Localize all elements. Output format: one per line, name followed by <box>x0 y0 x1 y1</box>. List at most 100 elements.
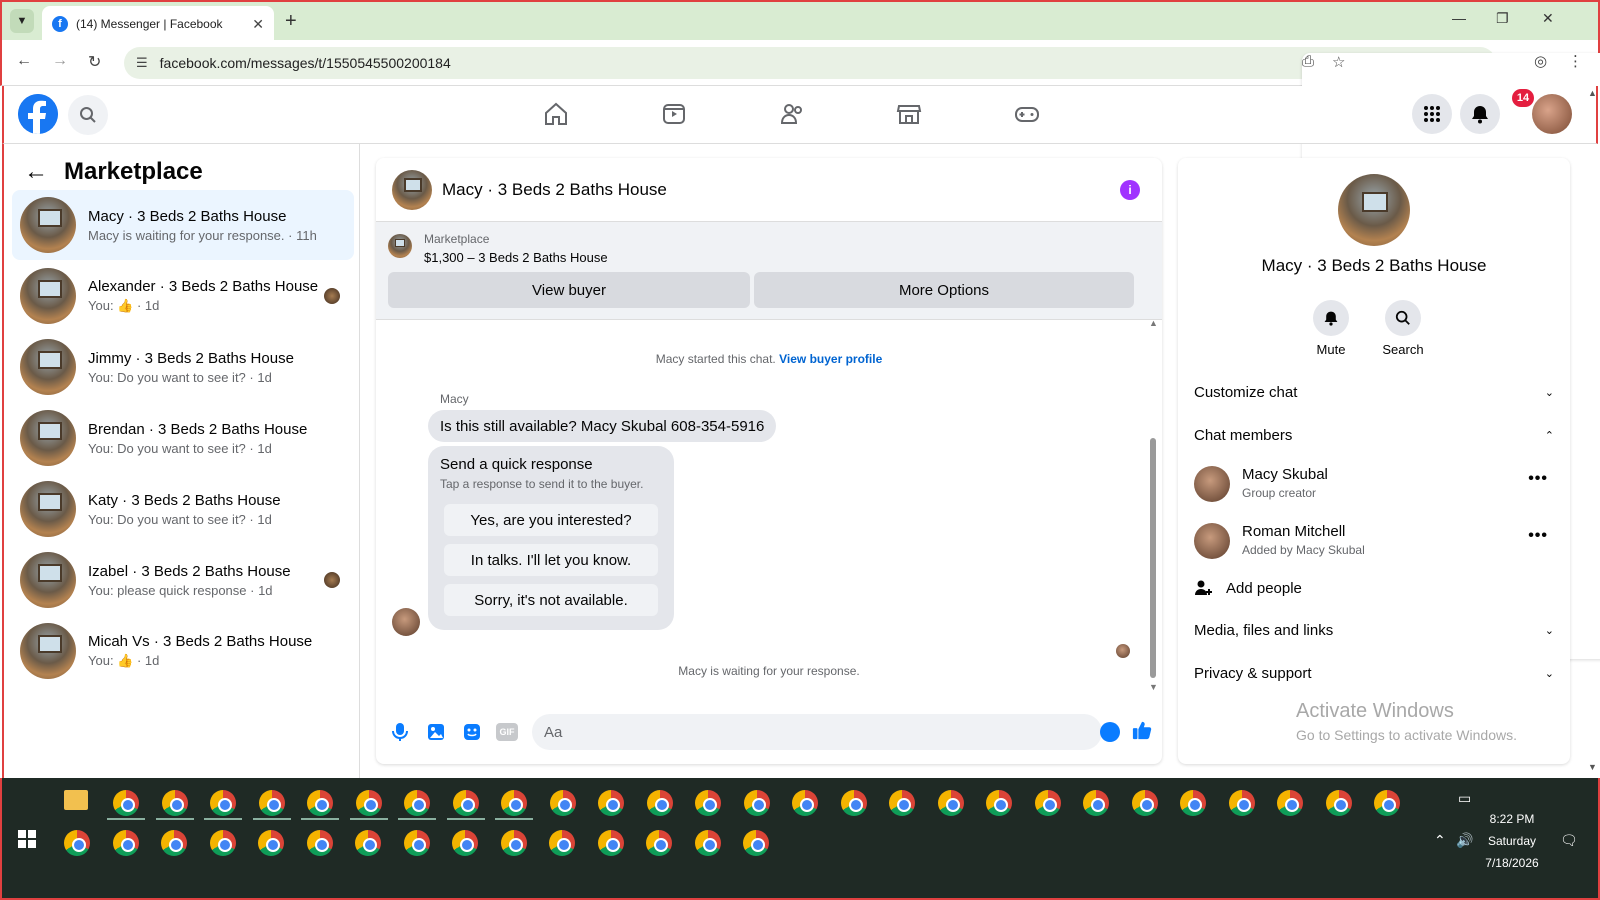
clock-date[interactable]: 7/18/2026 <box>1472 856 1552 870</box>
view-buyer-button[interactable]: View buyer <box>388 272 750 308</box>
chrome-taskbar-icon[interactable] <box>840 790 867 816</box>
chrome-taskbar-icon[interactable] <box>258 790 285 816</box>
more-options-button[interactable]: More Options <box>754 272 1134 308</box>
chrome-taskbar-icon[interactable] <box>161 830 187 856</box>
chrome-taskbar-icon[interactable] <box>695 790 721 816</box>
photo-icon[interactable] <box>426 722 446 742</box>
chrome-taskbar-icon[interactable] <box>113 790 139 816</box>
volume-icon[interactable]: 🔊 <box>1456 832 1473 849</box>
media-files-row[interactable]: Media, files and links ⌄ <box>1194 614 1554 646</box>
info-icon[interactable]: i <box>1120 180 1140 200</box>
tray-chevron-icon[interactable]: ⌃ <box>1434 832 1446 849</box>
video-icon[interactable] <box>659 99 689 129</box>
chrome-taskbar-icon[interactable] <box>1277 790 1303 816</box>
chrome-taskbar-icon[interactable] <box>694 830 721 856</box>
chrome-taskbar-icon[interactable] <box>986 790 1012 816</box>
conversation-item-izabel[interactable]: Izabel · 3 Beds 2 Baths House You: pleas… <box>12 545 354 615</box>
new-tab-button[interactable]: + <box>285 10 297 33</box>
mute-button[interactable]: Mute <box>1296 300 1366 357</box>
member-item[interactable]: Macy Skubal Group creator ••• <box>1194 460 1554 508</box>
back-arrow-icon[interactable]: ← <box>16 52 32 70</box>
listing-thumbnail[interactable] <box>388 234 412 258</box>
chat-title[interactable]: Macy · 3 Beds 2 Baths House <box>442 180 667 200</box>
chrome-taskbar-icon[interactable] <box>743 790 770 816</box>
chrome-taskbar-icon[interactable] <box>452 790 479 816</box>
site-info-icon[interactable]: ☰ <box>136 55 148 71</box>
back-arrow-icon[interactable]: ← <box>24 158 48 186</box>
microphone-icon[interactable] <box>390 722 410 742</box>
browser-menu-icon[interactable]: ⋮ <box>1568 52 1583 70</box>
minimize-button[interactable]: — <box>1452 10 1466 26</box>
quick-response-sorry[interactable]: Sorry, it's not available. <box>444 584 658 616</box>
chrome-taskbar-icon[interactable] <box>64 830 90 856</box>
more-options-icon[interactable]: ••• <box>1528 527 1548 545</box>
message-bubble[interactable]: Is this still available? Macy Skubal 608… <box>428 410 777 442</box>
chat-scrollbar[interactable]: ▲ ▼ <box>1148 318 1158 692</box>
search-chat-button[interactable]: Search <box>1368 300 1438 357</box>
close-window-button[interactable]: ✕ <box>1542 10 1554 27</box>
chat-profile-avatar[interactable] <box>1338 174 1410 246</box>
address-bar[interactable]: ☰ facebook.com/messages/t/15505455002001… <box>124 47 1600 659</box>
file-explorer-icon[interactable] <box>64 790 88 810</box>
chrome-taskbar-icon[interactable] <box>500 830 527 856</box>
chrome-taskbar-icon[interactable] <box>1034 790 1061 816</box>
search-icon[interactable] <box>68 95 108 135</box>
forward-arrow-icon[interactable]: → <box>52 52 68 70</box>
chrome-taskbar-icon[interactable] <box>501 790 527 816</box>
view-buyer-profile-link[interactable]: View buyer profile <box>779 352 882 366</box>
chrome-taskbar-icon[interactable] <box>306 830 333 856</box>
marketplace-icon[interactable] <box>894 99 924 129</box>
chrome-taskbar-icon[interactable] <box>161 790 188 816</box>
chrome-taskbar-icon[interactable] <box>210 790 236 816</box>
windows-start-icon[interactable] <box>18 830 36 853</box>
profile-icon[interactable]: ◎ <box>1534 52 1547 70</box>
scrollbar-thumb[interactable] <box>1150 438 1156 678</box>
chrome-taskbar-icon[interactable] <box>209 830 236 856</box>
facebook-logo-icon[interactable] <box>18 94 58 134</box>
thumbs-up-icon[interactable] <box>1132 720 1152 740</box>
chrome-taskbar-icon[interactable] <box>355 790 382 816</box>
chrome-taskbar-icon[interactable] <box>1083 790 1109 816</box>
member-item[interactable]: Roman Mitchell Added by Macy Skubal ••• <box>1194 517 1554 565</box>
conversation-item-katy[interactable]: Katy · 3 Beds 2 Baths House You: Do you … <box>12 474 354 544</box>
chrome-taskbar-icon[interactable] <box>646 790 673 816</box>
conversation-item-micah[interactable]: Micah Vs · 3 Beds 2 Baths House You: 👍 ·… <box>12 616 354 686</box>
conversation-item-jimmy[interactable]: Jimmy · 3 Beds 2 Baths House You: Do you… <box>12 332 354 402</box>
quick-response-talks[interactable]: In talks. I'll let you know. <box>444 544 658 576</box>
chrome-taskbar-icon[interactable] <box>889 790 915 816</box>
customize-chat-row[interactable]: Customize chat ⌄ <box>1194 376 1554 408</box>
clock-day[interactable]: Saturday <box>1472 834 1552 848</box>
restore-button[interactable]: ❐ <box>1496 10 1509 27</box>
chat-members-row[interactable]: Chat members ⌃ <box>1194 419 1554 451</box>
chrome-taskbar-icon[interactable] <box>1374 790 1400 816</box>
chrome-taskbar-icon[interactable] <box>307 790 333 816</box>
friends-icon[interactable] <box>777 99 807 129</box>
chrome-taskbar-icon[interactable] <box>258 830 284 856</box>
home-icon[interactable] <box>541 99 571 129</box>
conversation-item-alexander[interactable]: Alexander · 3 Beds 2 Baths House You: 👍 … <box>12 261 354 331</box>
chrome-taskbar-icon[interactable] <box>403 830 430 856</box>
clock-time[interactable]: 8:22 PM <box>1472 812 1552 826</box>
chrome-taskbar-icon[interactable] <box>743 830 769 856</box>
add-people-row[interactable]: Add people <box>1194 572 1554 604</box>
chrome-taskbar-icon[interactable] <box>792 790 818 816</box>
chrome-taskbar-icon[interactable] <box>112 830 139 856</box>
gaming-icon[interactable] <box>1012 99 1042 129</box>
page-scrollbar[interactable]: ▲ ▼ <box>1586 86 1598 778</box>
tab-search-button[interactable]: ▼ <box>10 9 34 33</box>
chrome-taskbar-icon[interactable] <box>597 830 624 856</box>
notifications-bell-icon[interactable] <box>1460 94 1500 134</box>
chrome-taskbar-icon[interactable] <box>549 790 576 816</box>
chrome-taskbar-icon[interactable] <box>452 830 478 856</box>
chrome-taskbar-icon[interactable] <box>549 830 575 856</box>
conversation-item-macy[interactable]: Macy · 3 Beds 2 Baths House Macy is wait… <box>12 190 354 260</box>
reload-icon[interactable]: ↻ <box>88 52 101 72</box>
gif-icon[interactable]: GIF <box>496 723 518 741</box>
display-icon[interactable]: ▭ <box>1458 790 1471 807</box>
chrome-taskbar-icon[interactable] <box>355 830 381 856</box>
chrome-taskbar-icon[interactable] <box>937 790 964 816</box>
listing-price[interactable]: $1,300 – 3 Beds 2 Baths House <box>424 250 608 265</box>
tab-close-icon[interactable]: ✕ <box>252 16 264 33</box>
chrome-taskbar-icon[interactable] <box>1131 790 1158 816</box>
quick-response-yes[interactable]: Yes, are you interested? <box>444 504 658 536</box>
